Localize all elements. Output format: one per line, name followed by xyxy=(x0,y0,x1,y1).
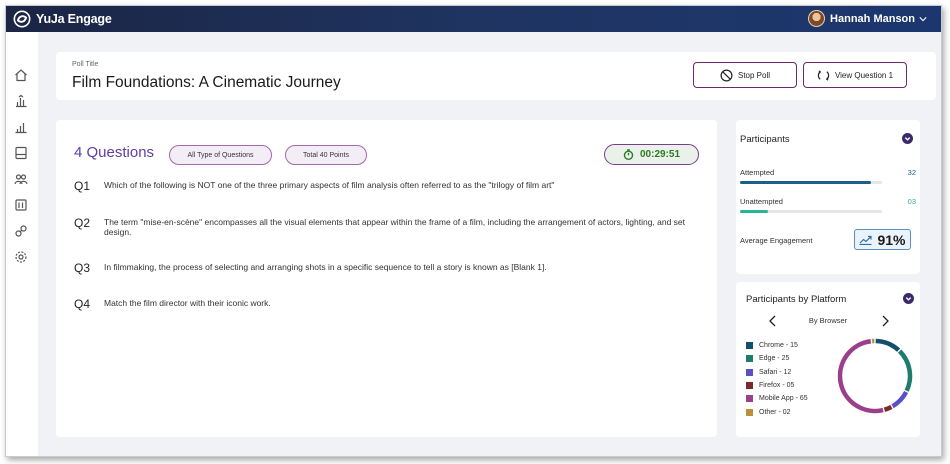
legend-label: Chrome - 15 xyxy=(759,342,798,350)
view-question-button[interactable]: View Question 1 xyxy=(803,62,907,88)
page-title: Film Foundations: A Cinematic Journey xyxy=(72,74,341,91)
unattempted-value: 03 xyxy=(907,197,916,206)
legend-swatch xyxy=(746,408,753,416)
chevron-right-icon[interactable] xyxy=(880,315,890,327)
app-name: YuJa Engage xyxy=(36,12,112,26)
stop-poll-label: Stop Poll xyxy=(737,70,771,80)
analytics-icon[interactable] xyxy=(14,94,28,108)
sidebar xyxy=(6,32,38,456)
timer-value: 00:29:51 xyxy=(639,149,681,160)
attempted-label: Attempted xyxy=(740,168,775,177)
question-text: The term "mise-en-scène" encompasses all… xyxy=(104,217,686,237)
stopwatch-icon xyxy=(623,149,634,160)
chevron-down-icon xyxy=(905,297,912,301)
library-icon[interactable] xyxy=(14,198,28,212)
platform-donut-chart xyxy=(837,338,913,414)
question-type-filter[interactable]: All Type of Questions xyxy=(169,145,272,165)
question-text: Match the film director with their iconi… xyxy=(104,298,271,308)
donut-segment xyxy=(897,349,913,392)
chevron-down-icon xyxy=(904,137,911,141)
unattempted-bar xyxy=(740,210,882,213)
legend-item: Firefox - 05 xyxy=(746,379,808,392)
legend-label: Other - 02 xyxy=(759,408,791,416)
platform-view-switcher: By Browser xyxy=(736,314,920,328)
home-icon[interactable] xyxy=(14,68,28,82)
questions-card: 4 Questions All Type of Questions Total … xyxy=(56,120,717,437)
platform-legend: Chrome - 15 Edge - 25 Safari - 12 Firefox -… xyxy=(746,339,808,419)
total-points-badge: Total 40 Points xyxy=(285,145,367,165)
view-question-label: View Question 1 xyxy=(834,70,894,80)
participants-collapse-button[interactable] xyxy=(902,133,913,144)
unattempted-label: Unattempted xyxy=(740,197,783,206)
stop-icon xyxy=(720,69,733,81)
participants-card: Participants Attempted 32 Unattempted 03… xyxy=(736,120,920,274)
platform-title: Participants by Platform xyxy=(746,294,847,305)
participants-title: Participants xyxy=(740,134,790,145)
question-text: Which of the following is NOT one of the… xyxy=(104,180,555,190)
top-bar: YuJa Engage Hannah Manson xyxy=(6,6,941,32)
legend-swatch xyxy=(746,355,753,363)
donut-segment xyxy=(875,338,901,352)
question-item[interactable]: Q1 Which of the following is NOT one of … xyxy=(74,179,704,193)
refresh-icon xyxy=(817,69,830,81)
legend-item: Other - 02 xyxy=(746,405,808,418)
donut-segment xyxy=(837,339,884,414)
legend-label: Edge - 25 xyxy=(759,355,790,363)
legend-swatch xyxy=(746,368,753,376)
legend-swatch xyxy=(746,342,753,350)
attempted-bar-fill xyxy=(740,181,871,184)
legend-label: Mobile App - 65 xyxy=(759,395,808,403)
question-text: In filmmaking, the process of selecting … xyxy=(104,262,547,272)
trend-up-icon xyxy=(859,235,873,245)
poll-title-label: Poll Title xyxy=(72,61,99,68)
poll-timer: 00:29:51 xyxy=(604,144,699,165)
settings-gear-icon[interactable] xyxy=(14,250,28,264)
poll-header-card: Poll Title Film Foundations: A Cinematic… xyxy=(56,52,936,100)
average-engagement-label: Average Engagement xyxy=(740,236,813,245)
question-item[interactable]: Q2 The term "mise-en-scène" encompasses … xyxy=(74,216,704,237)
attempted-value: 32 xyxy=(907,168,916,177)
users-icon[interactable] xyxy=(14,172,28,186)
yuja-logo-icon xyxy=(13,10,31,28)
legend-item: Mobile App - 65 xyxy=(746,392,808,405)
unattempted-bar-fill xyxy=(740,210,769,213)
legend-label: Safari - 12 xyxy=(759,368,792,376)
question-number: Q2 xyxy=(74,216,91,230)
question-count: 4 Questions xyxy=(74,144,155,161)
donut-segment xyxy=(883,404,893,412)
donut-segment xyxy=(891,390,909,409)
legend-item: Edge - 25 xyxy=(746,352,808,365)
average-engagement-badge: 91% xyxy=(854,229,911,250)
attempted-bar xyxy=(740,181,882,184)
legend-item: Chrome - 15 xyxy=(746,339,808,352)
platform-collapse-button[interactable] xyxy=(903,293,914,304)
app-window: YuJa Engage Hannah Manson Poll Title Fil… xyxy=(5,5,942,457)
question-item[interactable]: Q3 In filmmaking, the process of selecti… xyxy=(74,261,704,275)
question-number: Q4 xyxy=(74,297,91,311)
question-number: Q1 xyxy=(74,179,91,193)
stop-poll-button[interactable]: Stop Poll xyxy=(693,62,797,88)
question-number: Q3 xyxy=(74,261,91,275)
user-menu[interactable]: Hannah Manson xyxy=(808,10,927,27)
platform-card: Participants by Platform By Browser Chro… xyxy=(736,282,920,437)
legend-label: Firefox - 05 xyxy=(759,382,795,390)
user-name: Hannah Manson xyxy=(830,12,915,25)
bookmark-icon[interactable] xyxy=(14,146,28,160)
legend-swatch xyxy=(746,395,753,403)
bar-chart-icon[interactable] xyxy=(14,120,28,134)
chevron-down-icon xyxy=(919,16,927,21)
app-logo[interactable]: YuJa Engage xyxy=(13,10,112,28)
legend-swatch xyxy=(746,382,753,390)
question-item[interactable]: Q4 Match the film director with their ic… xyxy=(74,297,704,311)
avatar xyxy=(808,10,826,27)
legend-item: Safari - 12 xyxy=(746,366,808,379)
platform-view-label: By Browser xyxy=(808,316,848,325)
average-engagement-value: 91% xyxy=(877,231,906,248)
integrations-icon[interactable] xyxy=(14,224,28,238)
